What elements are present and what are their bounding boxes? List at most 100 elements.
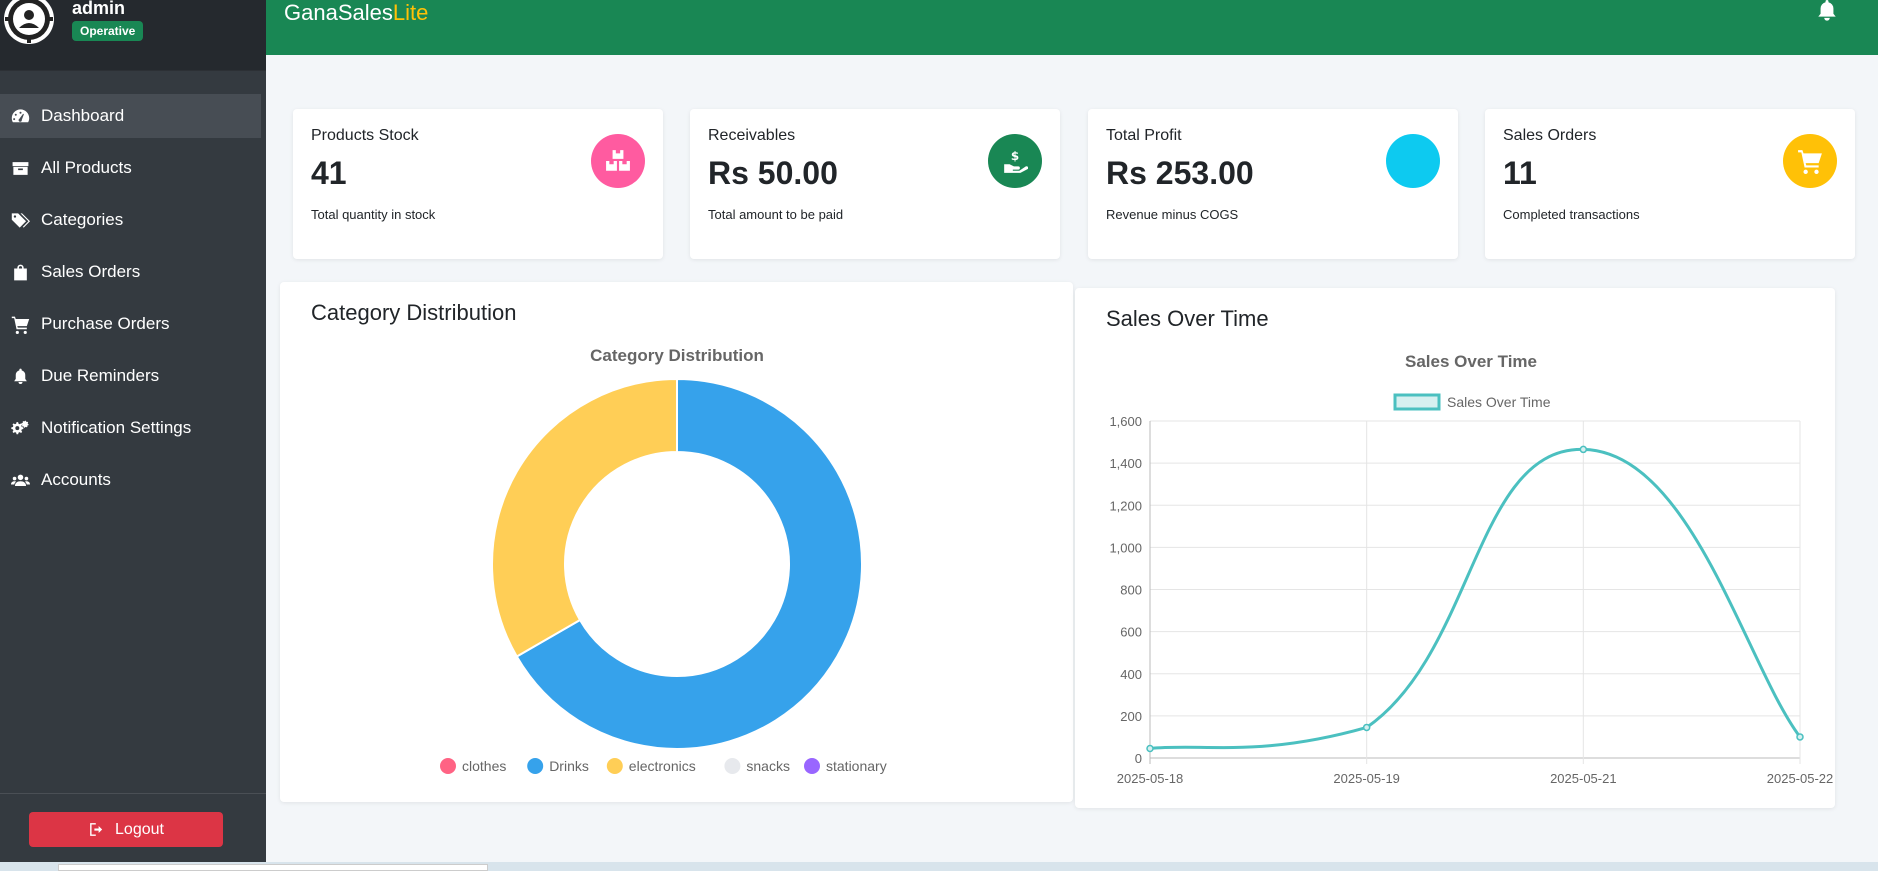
sidebar-item-label: Accounts [41, 470, 111, 489]
sidebar-item-due-reminders[interactable]: Due Reminders [0, 354, 266, 398]
legend-label: clothes [462, 758, 506, 774]
bell-icon [1818, 0, 1836, 21]
sidebar-item-categories[interactable]: Categories [0, 198, 266, 242]
category-distribution-panel: Category Distribution Category Distribut… [280, 282, 1073, 802]
card-value: 11 [1503, 155, 1537, 191]
legend-label: electronics [629, 758, 696, 774]
gauge-icon [9, 105, 31, 127]
svg-text:$: $ [1011, 149, 1019, 163]
shopping-bag-icon [9, 261, 31, 283]
pie-slice-electronics[interactable] [491, 377, 678, 658]
y-tick-label: 800 [1120, 583, 1142, 598]
legend-label: snacks [746, 758, 790, 774]
hand-dollar-icon: $ [1004, 149, 1028, 173]
chart-title: Sales Over Time [1405, 352, 1537, 371]
legend-item-clothes[interactable]: clothes [440, 758, 506, 774]
card-subtitle: Total quantity in stock [311, 207, 436, 222]
avatar[interactable] [4, 0, 54, 44]
x-tick-label: 2025-05-18 [1117, 771, 1184, 786]
y-tick-label: 0 [1135, 751, 1142, 766]
cart-icon [1798, 150, 1822, 174]
cart-icon [9, 313, 31, 335]
card-subtitle: Total amount to be paid [708, 207, 844, 222]
legend-item-electronics[interactable]: electronics [606, 758, 696, 774]
chart-title: Category Distribution [590, 346, 764, 365]
y-tick-label: 1,000 [1109, 540, 1142, 555]
brand-logo[interactable]: GanaSalesLite [284, 0, 428, 26]
logout-label: Logout [115, 820, 164, 838]
sales-line-chart[interactable]: Sales Over Time Sales Over Time 0 200 400 6… [1075, 288, 1835, 808]
logout-button[interactable]: Logout [29, 812, 223, 847]
data-point[interactable] [1146, 744, 1154, 753]
sidebar-item-dashboard[interactable]: Dashboard [0, 94, 261, 138]
card-icon-circle: $ [988, 134, 1042, 188]
sidebar-item-label: Purchase Orders [41, 314, 170, 333]
data-point[interactable] [1362, 723, 1371, 732]
legend-label: Drinks [549, 758, 589, 774]
notifications-button[interactable] [1816, 0, 1838, 22]
scroll-hint-box [58, 864, 488, 871]
tags-icon [9, 209, 31, 231]
stat-card-receivables: Receivables Rs 50.00 Total amount to be … [690, 109, 1060, 259]
sidebar: admin Operative Dashboard All Products C… [0, 0, 266, 871]
y-tick-label: 200 [1120, 709, 1142, 724]
brand-accent: Lite [392, 0, 429, 25]
box-icon [9, 157, 31, 179]
sidebar-username: admin [72, 0, 126, 18]
series-line-sales[interactable] [1149, 447, 1802, 751]
category-pie-chart[interactable]: Category Distribution clothes Drinks elect… [280, 282, 1073, 802]
y-tick-label: 400 [1120, 667, 1142, 682]
legend-item-stationary[interactable]: stationary [804, 758, 887, 774]
legend-label: Sales Over Time [1447, 394, 1551, 410]
sidebar-header: admin Operative [0, 0, 266, 71]
sidebar-item-label: Categories [41, 210, 124, 229]
sidebar-item-notification-settings[interactable]: Notification Settings [0, 406, 266, 450]
x-tick-label: 2025-05-22 [1767, 771, 1834, 786]
sales-over-time-panel: Sales Over Time Sales Over Time Sales Ov… [1075, 288, 1835, 808]
legend-swatch [1393, 393, 1441, 411]
sidebar-item-label: Sales Orders [41, 262, 141, 281]
data-point[interactable] [1796, 733, 1804, 741]
stat-card-products-stock: Products Stock 41 Total quantity in stoc… [293, 109, 663, 259]
sidebar-nav: Dashboard All Products Categories Sales … [0, 94, 266, 510]
data-point[interactable] [1579, 445, 1588, 454]
y-tick-label: 1,400 [1109, 456, 1142, 471]
card-value: Rs 50.00 [708, 155, 838, 191]
brand-main: GanaSales [284, 0, 393, 25]
user-gear-icon [5, 0, 53, 43]
gears-icon [9, 417, 31, 439]
users-icon [9, 469, 31, 491]
card-icon-circle [1783, 134, 1837, 188]
status-badge: Operative [72, 21, 144, 41]
legend-item-snacks[interactable]: snacks [724, 758, 790, 774]
sidebar-item-accounts[interactable]: Accounts [0, 458, 266, 502]
card-title: Products Stock [311, 127, 419, 144]
legend-swatch [804, 758, 820, 774]
y-tick-label: 1,600 [1109, 414, 1142, 429]
legend-swatch [606, 758, 623, 774]
legend-swatch [527, 758, 544, 774]
sidebar-item-label: Due Reminders [41, 366, 160, 385]
legend-item-sales[interactable]: Sales Over Time [1393, 393, 1551, 411]
sidebar-item-label: Notification Settings [41, 418, 192, 437]
card-icon-circle [591, 134, 645, 188]
logout-icon [90, 823, 103, 836]
y-tick-label: 600 [1120, 625, 1142, 640]
x-tick-label: 2025-05-19 [1333, 771, 1400, 786]
card-icon-circle [1386, 134, 1440, 188]
sidebar-item-label: Dashboard [41, 106, 125, 125]
sidebar-item-label: All Products [41, 158, 132, 177]
legend-item-drinks[interactable]: Drinks [527, 758, 589, 774]
x-tick-label: 2025-05-21 [1550, 771, 1617, 786]
stat-card-total-profit: Total Profit Rs 253.00 Revenue minus COG… [1088, 109, 1458, 259]
y-tick-label: 1,200 [1109, 498, 1142, 513]
sidebar-item-all-products[interactable]: All Products [0, 146, 266, 190]
card-subtitle: Revenue minus COGS [1106, 207, 1239, 222]
sidebar-item-sales-orders[interactable]: Sales Orders [0, 250, 266, 294]
bell-icon [9, 365, 31, 387]
legend-swatch [724, 758, 741, 774]
card-title: Sales Orders [1503, 127, 1597, 144]
sidebar-item-purchase-orders[interactable]: Purchase Orders [0, 302, 266, 346]
legend-swatch [440, 758, 456, 774]
card-value: Rs 253.00 [1106, 155, 1254, 191]
